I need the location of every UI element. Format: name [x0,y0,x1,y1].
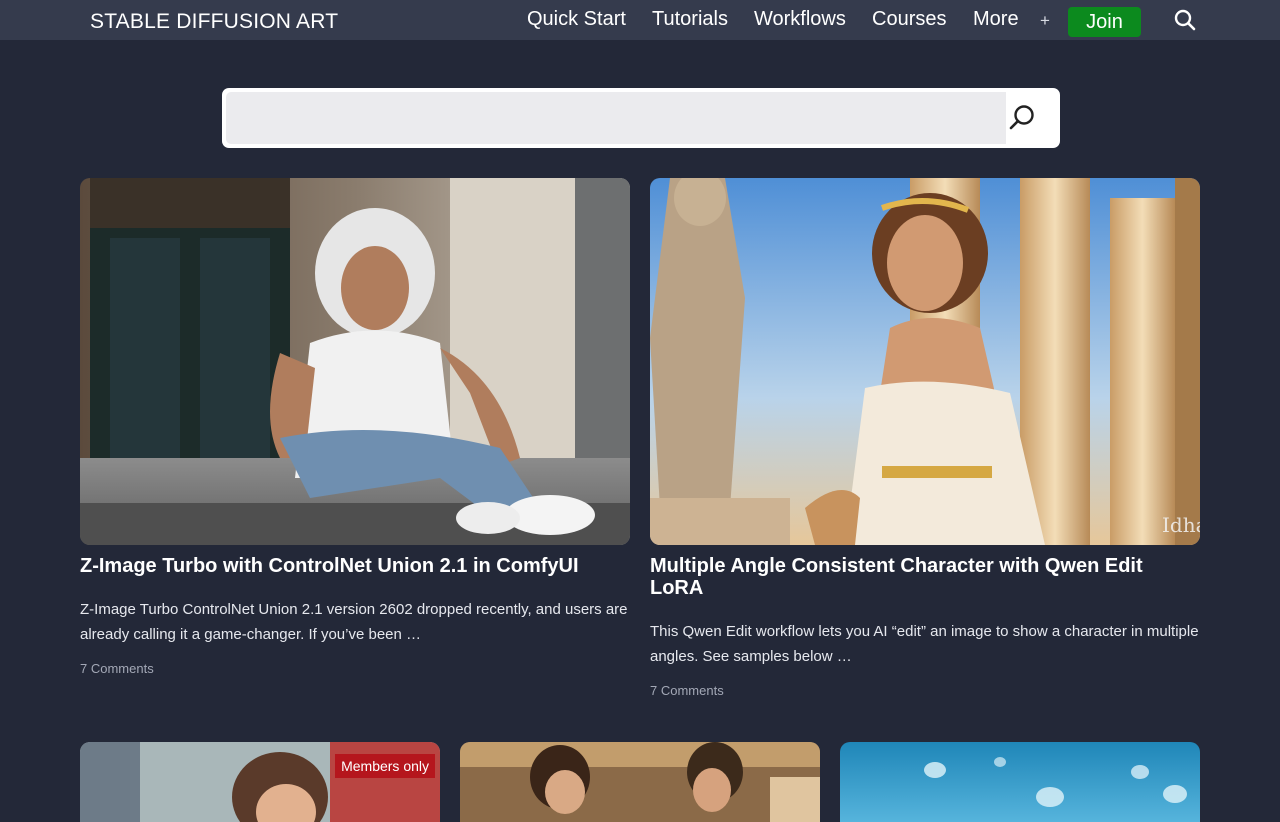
post-card [460,742,820,822]
post-excerpt: Z-Image Turbo ControlNet Union 2.1 versi… [80,601,628,643]
search-bar [222,88,1060,148]
post-title[interactable]: Z-Image Turbo with ControlNet Union 2.1 … [80,555,630,577]
nav-more-expand-icon[interactable]: + [1040,11,1050,31]
post-thumbnail[interactable] [460,742,820,822]
nav-more[interactable]: More [973,8,1019,31]
site-logo[interactable]: STABLE DIFFUSION ART [90,10,338,34]
post-card: Idhar Multiple Angle Consistent Characte… [650,178,1200,708]
join-button[interactable]: Join [1068,7,1141,37]
members-only-badge: Members only [335,754,435,778]
site-header: STABLE DIFFUSION ART Quick Start Tutoria… [0,0,1280,40]
nav-workflows[interactable]: Workflows [754,8,846,31]
search-icon[interactable] [1174,9,1196,31]
nav-tutorials[interactable]: Tutorials [652,8,728,31]
search-icon [1009,105,1034,130]
post-thumbnail[interactable]: Idhar [650,178,1200,545]
post-thumbnail[interactable] [840,742,1200,822]
post-card [840,742,1200,822]
svg-text:Idhar: Idhar [1162,513,1200,537]
post-comments-link[interactable]: 7 Comments [80,661,154,676]
post-card: Members only [80,742,440,822]
post-excerpt: This Qwen Edit workflow lets you AI “edi… [650,623,1199,665]
search-submit-button[interactable] [984,88,1060,148]
post-comments-link[interactable]: 7 Comments [650,683,724,698]
post-thumbnail[interactable] [80,178,630,545]
nav-courses[interactable]: Courses [872,8,946,31]
search-input[interactable] [226,92,1006,144]
post-card: Z-Image Turbo with ControlNet Union 2.1 … [80,178,630,688]
nav-quick-start[interactable]: Quick Start [527,8,626,31]
post-title[interactable]: Multiple Angle Consistent Character with… [650,555,1200,599]
